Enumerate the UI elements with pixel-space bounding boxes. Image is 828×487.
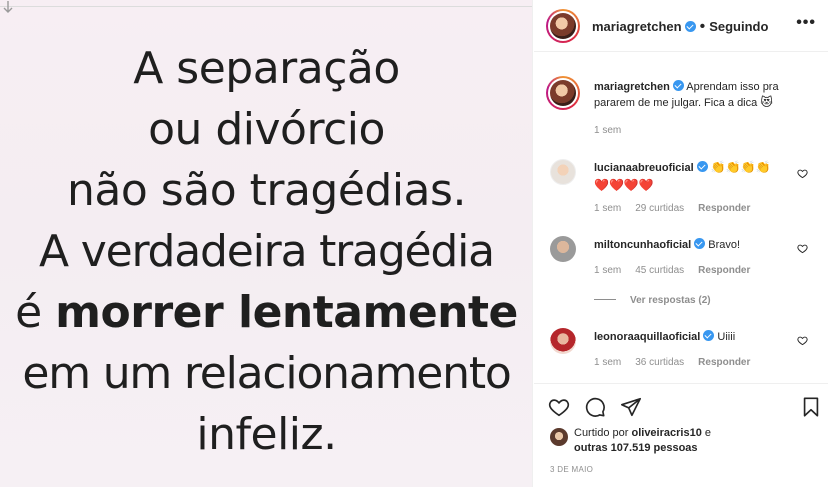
verified-badge-icon xyxy=(703,330,715,341)
liked-by-user[interactable]: oliveiracris10 xyxy=(631,427,701,439)
like-comment-heart-icon[interactable] xyxy=(797,243,808,254)
comment-likes[interactable]: 45 curtidas xyxy=(635,265,684,276)
caption-meta: 1 sem xyxy=(594,125,635,136)
quote-text: A separação ou divórcio não são tragédia… xyxy=(0,38,532,465)
verified-badge-icon xyxy=(672,80,684,91)
image-top-border xyxy=(0,6,532,7)
comment-likes[interactable]: 29 curtidas xyxy=(635,203,684,214)
liked-by-text: Curtido por oliveiracris10 e outras 107.… xyxy=(574,426,814,456)
comment-body: miltoncunhaoficial Bravo! xyxy=(594,238,794,253)
header-separator: • xyxy=(699,18,706,35)
comment-meta: 1 sem 45 curtidas Responder xyxy=(594,265,764,276)
verified-badge-icon xyxy=(696,161,708,172)
liked-by-conj: e xyxy=(704,427,712,439)
comment-username[interactable]: lucianaabreuoficial xyxy=(594,162,694,174)
quote-line-7: infeliz. xyxy=(196,409,337,460)
quote-line-5: é morrer lentamente xyxy=(0,282,532,343)
comment-text: Bravo! xyxy=(708,239,741,251)
verified-badge-icon xyxy=(684,21,696,32)
comment-avatar[interactable] xyxy=(550,236,576,262)
quote-line-4: A verdadeira tragédia xyxy=(39,226,495,277)
liked-by-prefix: Curtido por xyxy=(574,427,629,439)
like-heart-icon[interactable] xyxy=(548,396,570,418)
reply-button[interactable]: Responder xyxy=(698,357,750,368)
post-header: mariagretchen • Seguindo ••• xyxy=(534,0,828,52)
caption-avatar[interactable] xyxy=(546,76,580,110)
following-button[interactable]: Seguindo xyxy=(709,19,768,34)
more-options-icon[interactable]: ••• xyxy=(796,14,816,32)
comment-text: 👏👏👏👏 xyxy=(710,160,771,174)
comment-avatar[interactable] xyxy=(550,328,576,354)
reply-button[interactable]: Responder xyxy=(698,203,750,214)
quote-line-1: A separação xyxy=(133,43,400,94)
author-avatar[interactable] xyxy=(546,9,580,43)
comment-body: leonoraaquillaoficial Uiiii xyxy=(594,330,794,345)
post-date[interactable]: 3 DE MAIO xyxy=(550,465,593,474)
comment-bubble-icon[interactable] xyxy=(584,396,606,418)
view-replies-button[interactable]: Ver respostas (2) xyxy=(594,295,711,306)
caption-time[interactable]: 1 sem xyxy=(594,125,621,136)
like-comment-heart-icon[interactable] xyxy=(797,335,808,346)
post-image[interactable]: A separação ou divórcio não são tragédia… xyxy=(0,0,533,487)
like-comment-heart-icon[interactable] xyxy=(797,168,808,179)
liked-by-avatar[interactable] xyxy=(550,428,568,446)
quote-line-3: não são tragédias. xyxy=(67,165,466,216)
comment-likes[interactable]: 36 curtidas xyxy=(635,357,684,368)
comment-text: Uiiii xyxy=(717,331,736,343)
save-bookmark-icon[interactable] xyxy=(800,396,822,418)
comment-text-line-2: ❤️❤️❤️❤️ xyxy=(594,178,654,192)
view-replies-label[interactable]: Ver respostas (2) xyxy=(630,295,711,306)
quote-line-6: em um relacionamento xyxy=(22,348,511,399)
author-username[interactable]: mariagretchen xyxy=(592,19,682,34)
quote-line-5-bold: morrer lentamente xyxy=(55,287,518,338)
share-paper-plane-icon[interactable] xyxy=(620,396,642,418)
comment-avatar[interactable] xyxy=(550,159,576,185)
reply-button[interactable]: Responder xyxy=(698,265,750,276)
caption-emoji: 😻 xyxy=(760,95,773,109)
replies-divider xyxy=(594,299,616,300)
caption-username[interactable]: mariagretchen xyxy=(594,81,670,93)
post-sidebar: mariagretchen • Seguindo ••• mariagretchen… xyxy=(534,0,828,487)
comment-body: lucianaabreuoficial 👏👏👏👏 ❤️❤️❤️❤️ xyxy=(594,160,794,193)
comment-time[interactable]: 1 sem xyxy=(594,203,621,214)
comment-username[interactable]: leonoraaquillaoficial xyxy=(594,331,700,343)
resize-cursor-icon xyxy=(3,1,13,13)
liked-by-others[interactable]: outras 107.519 pessoas xyxy=(574,442,698,454)
comment-meta: 1 sem 36 curtidas Responder xyxy=(594,357,764,368)
caption-body: mariagretchen Aprendam isso pra pararem … xyxy=(594,80,810,111)
comment-time[interactable]: 1 sem xyxy=(594,357,621,368)
comment-username[interactable]: miltoncunhaoficial xyxy=(594,239,691,251)
quote-line-2: ou divórcio xyxy=(148,104,385,155)
comment-meta: 1 sem 29 curtidas Responder xyxy=(594,203,764,214)
verified-badge-icon xyxy=(694,238,706,249)
quote-line-5-regular: é xyxy=(15,287,56,338)
post-actions: Curtido por oliveiracris10 e outras 107.… xyxy=(534,383,828,487)
comment-time[interactable]: 1 sem xyxy=(594,265,621,276)
